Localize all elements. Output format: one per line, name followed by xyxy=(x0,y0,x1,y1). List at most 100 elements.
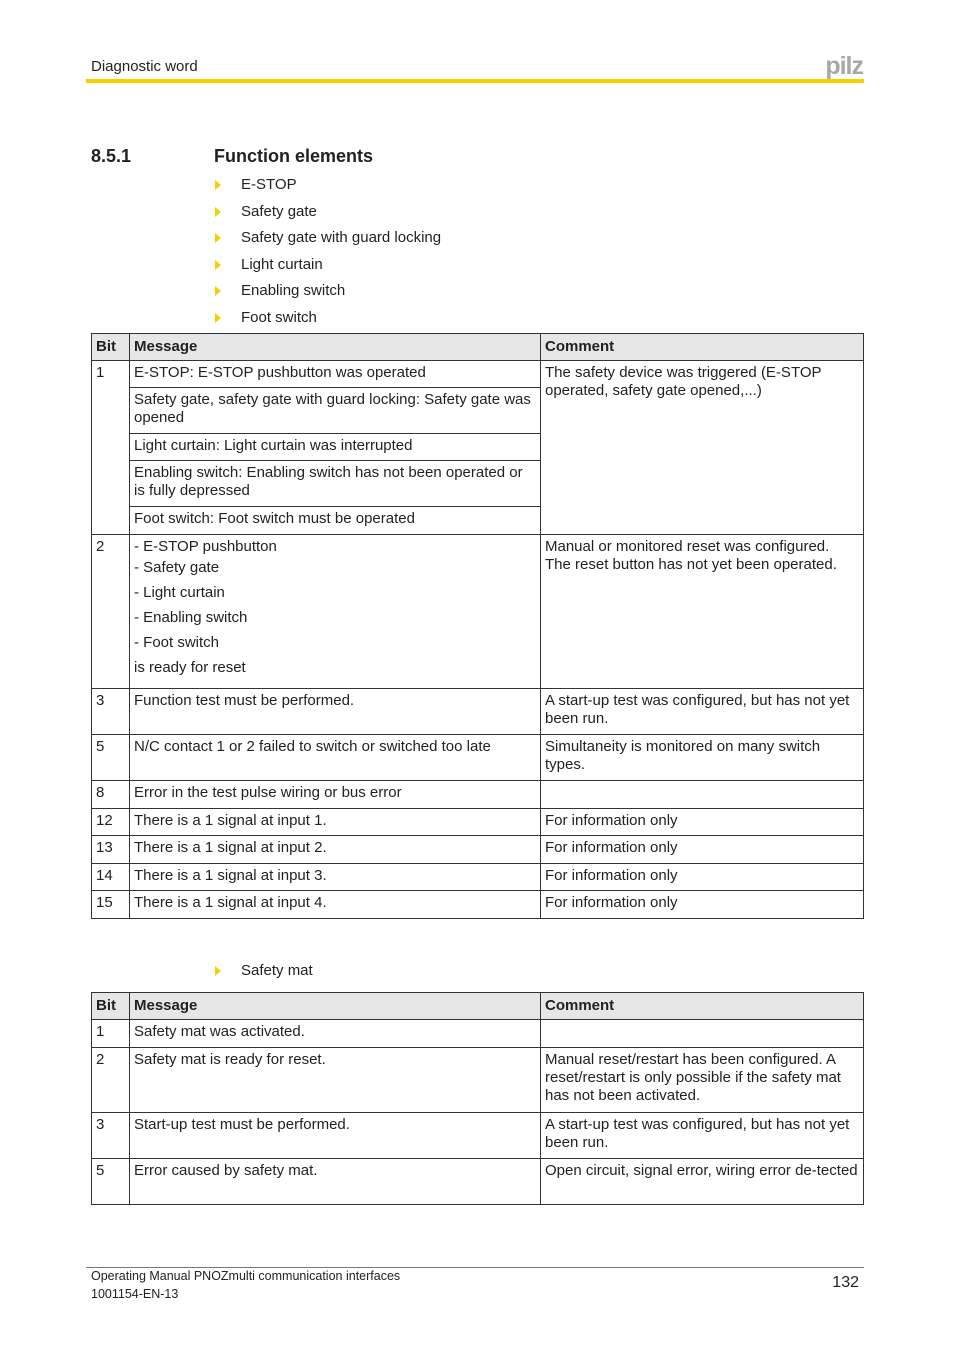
table-row: 13 There is a 1 signal at input 2. For i… xyxy=(91,835,864,864)
table-row: 1 E-STOP: E-STOP pushbutton was operated… xyxy=(91,360,864,535)
comment-cell: Manual or monitored reset was configured… xyxy=(540,534,864,689)
list-item-label: Safety gate with guard locking xyxy=(241,229,442,247)
bit-cell: 12 xyxy=(91,808,130,836)
footer-manual-title: Operating Manual PNOZmulti communication… xyxy=(91,1269,401,1283)
bit-cell: 15 xyxy=(91,890,130,919)
list-item-label: Foot switch xyxy=(241,308,317,326)
message-cell: There is a 1 signal at input 4. xyxy=(129,890,541,919)
message-line: - Safety gate xyxy=(134,559,220,576)
comment-cell: For information only xyxy=(540,808,864,836)
comment-cell: Open circuit, signal error, wiring error… xyxy=(540,1158,864,1205)
message-cell: Error caused by safety mat. xyxy=(129,1158,541,1205)
comment-cell: Manual reset/restart has been configured… xyxy=(540,1047,864,1113)
list-item-label: Safety gate xyxy=(241,202,317,220)
list-item-label: Light curtain xyxy=(241,255,323,273)
table-row: 14 There is a 1 signal at input 3. For i… xyxy=(91,863,864,891)
bit-cell: 5 xyxy=(91,1158,130,1205)
message-line: is ready for reset xyxy=(134,659,246,676)
diagnostic-table-function-elements: Bit Message Comment 1 E-STOP: E-STOP pus… xyxy=(91,333,864,919)
comment-cell: For information only xyxy=(540,890,864,919)
footer-divider xyxy=(86,1267,864,1268)
comment-cell xyxy=(540,780,864,809)
message-cell: There is a 1 signal at input 3. xyxy=(129,863,541,891)
message-cell: There is a 1 signal at input 2. xyxy=(129,835,541,864)
list-item: Safety gate with guard locking xyxy=(213,229,441,256)
list-item: Enabling switch xyxy=(213,282,441,309)
list-item: Safety gate xyxy=(213,203,441,230)
bullet-arrow-icon xyxy=(215,206,221,217)
footer-doc-number: 1001154-EN-13 xyxy=(91,1287,179,1301)
column-header-comment: Comment xyxy=(540,333,864,361)
message-line: - Foot switch xyxy=(134,634,220,651)
message-cell: Start-up test must be performed. xyxy=(129,1112,541,1159)
message-cell: E-STOP: E-STOP pushbutton was operated xyxy=(129,360,541,388)
list-item: Light curtain xyxy=(213,256,441,283)
list-item: Safety mat xyxy=(213,962,313,989)
message-cell: Function test must be performed. xyxy=(129,688,541,735)
comment-cell xyxy=(540,1019,864,1048)
comment-cell: A start-up test was configured, but has … xyxy=(540,688,864,735)
message-line: - E-STOP pushbutton xyxy=(134,538,277,555)
message-cell: Foot switch: Foot switch must be operate… xyxy=(129,506,541,535)
bit-cell: 2 xyxy=(91,1047,130,1113)
table-header-row: Bit Message Comment xyxy=(91,333,864,361)
column-header-message: Message xyxy=(129,992,541,1020)
comment-cell: Simultaneity is monitored on many switch… xyxy=(540,734,864,781)
message-cell: Error in the test pulse wiring or bus er… xyxy=(129,780,541,809)
message-cell: N/C contact 1 or 2 failed to switch or s… xyxy=(129,734,541,781)
bit-cell: 8 xyxy=(91,780,130,809)
safety-mat-list: Safety mat xyxy=(213,962,313,989)
table-row: 2 - E-STOP pushbutton - Safety gate - Li… xyxy=(91,534,864,689)
table-row: 12 There is a 1 signal at input 1. For i… xyxy=(91,808,864,836)
section-title: Function elements xyxy=(214,146,374,166)
comment-cell: For information only xyxy=(540,863,864,891)
section-number: 8.5.1 xyxy=(91,146,132,166)
list-item: Foot switch xyxy=(213,309,441,336)
list-item-label: Safety mat xyxy=(241,962,313,979)
pilz-logo: pilz xyxy=(825,52,864,80)
list-item-label: Enabling switch xyxy=(241,282,346,300)
bit-cell: 2 xyxy=(91,534,130,689)
bullet-arrow-icon xyxy=(215,259,221,270)
bullet-arrow-icon xyxy=(215,312,221,323)
table-row: 8 Error in the test pulse wiring or bus … xyxy=(91,780,864,809)
message-cell: There is a 1 signal at input 1. xyxy=(129,808,541,836)
function-elements-list: E-STOP Safety gate Safety gate with guar… xyxy=(213,176,441,336)
comment-cell: A start-up test was configured, but has … xyxy=(540,1112,864,1159)
column-header-message: Message xyxy=(129,333,541,361)
message-cell: Safety mat is ready for reset. xyxy=(129,1047,541,1113)
bullet-arrow-icon xyxy=(215,286,221,297)
comment-cell: For information only xyxy=(540,835,864,864)
table-row: 2 Safety mat is ready for reset. Manual … xyxy=(91,1047,864,1113)
header-title: Diagnostic word xyxy=(91,58,198,75)
message-line: - Enabling switch xyxy=(134,609,248,626)
table-row: 15 There is a 1 signal at input 4. For i… xyxy=(91,890,864,919)
message-cell: Enabling switch: Enabling switch has not… xyxy=(129,460,541,507)
message-cell: - E-STOP pushbutton - Safety gate - Ligh… xyxy=(129,534,541,689)
table-row: 3 Start-up test must be performed. A sta… xyxy=(91,1112,864,1159)
column-header-comment: Comment xyxy=(540,992,864,1020)
message-cell: Light curtain: Light curtain was interru… xyxy=(129,433,541,461)
bit-cell: 1 xyxy=(91,360,130,535)
message-cell: Safety gate, safety gate with guard lock… xyxy=(129,387,541,434)
table-row: 5 Error caused by safety mat. Open circu… xyxy=(91,1158,864,1205)
bullet-arrow-icon xyxy=(215,233,221,244)
bit-cell: 13 xyxy=(91,835,130,864)
page-number: 132 xyxy=(832,1274,859,1291)
bit-cell: 1 xyxy=(91,1019,130,1048)
bullet-arrow-icon xyxy=(215,180,221,190)
list-item-label: E-STOP xyxy=(241,176,297,193)
table-header-row: Bit Message Comment xyxy=(91,992,864,1020)
column-header-bit: Bit xyxy=(91,333,130,361)
header-divider xyxy=(86,79,864,83)
table-row: 1 Safety mat was activated. xyxy=(91,1019,864,1048)
bit-cell: 3 xyxy=(91,1112,130,1159)
bit-cell: 14 xyxy=(91,863,130,891)
list-item: E-STOP xyxy=(213,176,441,203)
bullet-arrow-icon xyxy=(215,966,221,976)
comment-cell: The safety device was triggered (E-STOP … xyxy=(540,360,864,535)
diagnostic-table-safety-mat: Bit Message Comment 1 Safety mat was act… xyxy=(91,992,864,1205)
bit-cell: 3 xyxy=(91,688,130,735)
page-header: Diagnostic word pilz xyxy=(86,52,864,84)
column-header-bit: Bit xyxy=(91,992,130,1020)
